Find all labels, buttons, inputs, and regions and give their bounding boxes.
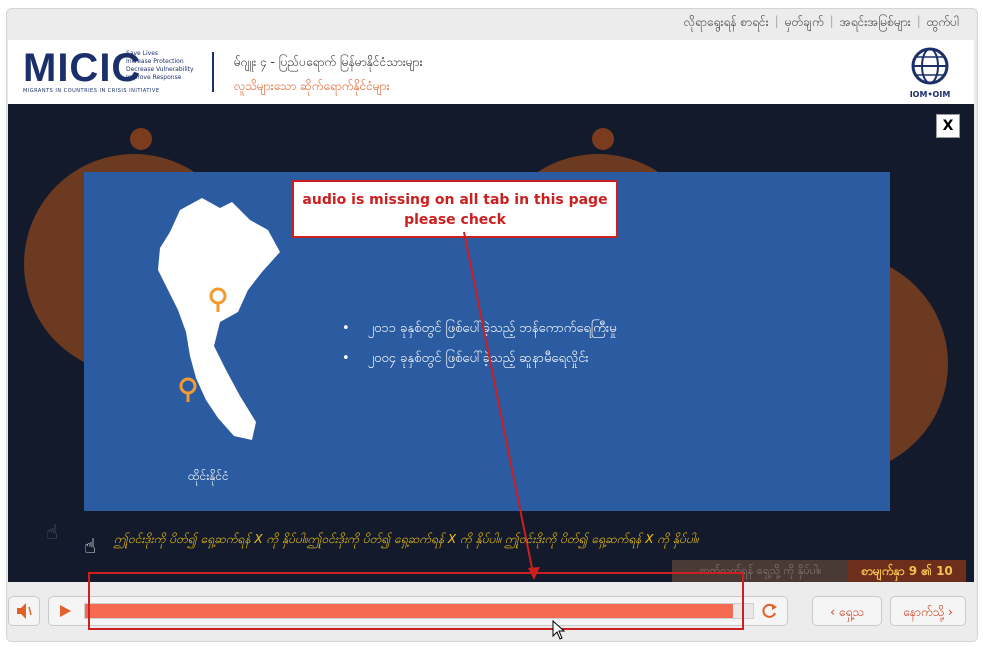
nav-resources-link[interactable]: အရင်းအမြစ်များ: [840, 14, 911, 32]
page-counter: စာမျက်နှာ 9 ၏ 10: [848, 560, 966, 582]
module-subtitle: လူသိများသော ဆိုက်ရောက်နိုင်ငံများ: [234, 79, 390, 93]
tap-hand-icon: ☝: [84, 534, 97, 558]
module-title: မ်ဂျူး ၄ - ပြည်ပရောက် မြန်မာနိုင်ငံသားမျ…: [234, 55, 423, 69]
header-divider: [212, 52, 214, 92]
nav-separator: |: [916, 14, 921, 28]
nav-exit-link[interactable]: ထွက်ပါ: [927, 14, 959, 32]
prev-button[interactable]: ‹ ရှေ့သ: [812, 596, 882, 626]
country-label: ထိုင်းနိုင်ငံ: [188, 469, 229, 483]
nav-separator: |: [774, 14, 779, 28]
course-header: MICIC Save Lives Increase Protection Dec…: [8, 40, 974, 104]
instruction-text: ဤုဝင်းဒိုးကို ပိတ်၍ ရှေ့ဆက်ရန် X ကို နှိ…: [114, 532, 699, 546]
globe-icon: [911, 47, 949, 85]
nav-notes-link[interactable]: မှတ်ချက်: [785, 14, 824, 32]
play-icon: [60, 605, 71, 617]
play-button[interactable]: [56, 602, 74, 620]
logo-subtitle: MIGRANTS IN COUNTRIES IN CRISIS INITIATI…: [23, 88, 160, 94]
chevron-left-icon: ‹: [830, 605, 839, 619]
mute-button[interactable]: [8, 596, 40, 626]
next-button[interactable]: နောက်သို့ ›: [890, 596, 966, 626]
top-nav: လိုရာရွေးရန် စာရင်း | မှတ်ချက် | အရင်းအမ…: [684, 14, 959, 32]
thailand-map-icon: [158, 198, 280, 440]
close-button[interactable]: X: [936, 114, 960, 138]
mouse-cursor-icon: [552, 620, 566, 640]
review-annotation: audio is missing on all tab in this page…: [292, 180, 618, 238]
event-list: ၂၀၁၁ ခုနှစ်တွင် ဖြစ်ပေါ်ခဲ့သည့် ဘန်ကောက်…: [342, 314, 617, 374]
check-badge: [130, 128, 152, 150]
check-badge: [592, 128, 614, 150]
nav-separator: |: [829, 14, 834, 28]
nav-menu-link[interactable]: လိုရာရွေးရန် စာရင်း: [684, 14, 769, 32]
micic-logo: MICIC: [23, 46, 142, 90]
chevron-right-icon: ›: [944, 605, 953, 619]
progress-annotation-box: [88, 572, 744, 630]
replay-button[interactable]: [760, 602, 780, 620]
iom-logo: IOM•OIM: [908, 46, 952, 102]
list-item: ၂၀၁၁ ခုနှစ်တွင် ဖြစ်ပေါ်ခဲ့သည့် ဘန်ကောက်…: [342, 314, 617, 344]
list-item: ၂၀၀၄ ခုနှစ်တွင် ဖြစ်ပေါ်ခဲ့သည့် ဆူနာမီရေ…: [342, 344, 617, 374]
tap-hand-icon: ☝: [46, 520, 59, 544]
logo-tagline: Save Lives Increase Protection Decrease …: [126, 50, 194, 81]
speaker-icon: [17, 603, 32, 619]
replay-icon: [762, 603, 777, 618]
